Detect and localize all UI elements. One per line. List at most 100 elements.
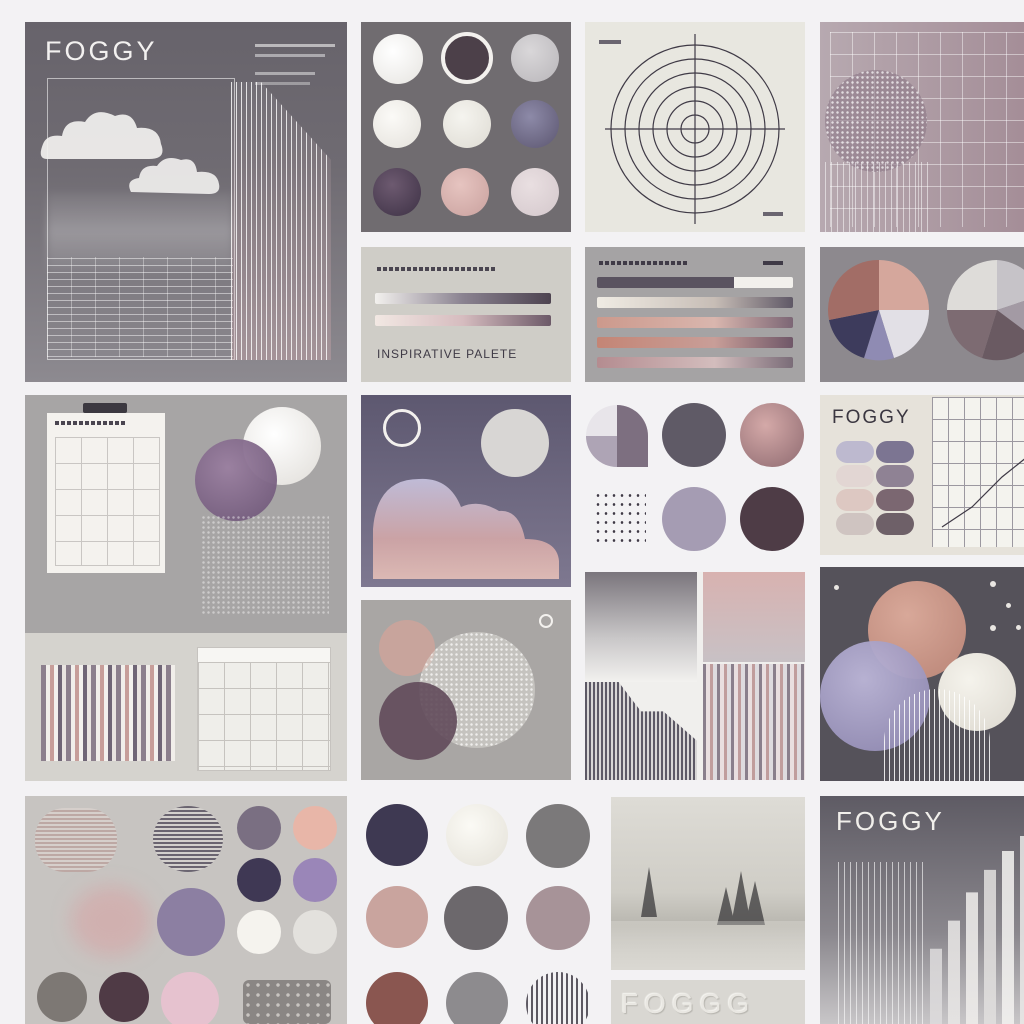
palette-caption: INSPIRATIVE PALETE	[377, 347, 518, 361]
swatch-dot	[876, 489, 914, 511]
footer-text: FOGGG	[621, 988, 756, 1019]
gradient-bar	[597, 337, 793, 348]
vertical-stripe-panel	[838, 862, 928, 1024]
small-dot	[834, 585, 839, 590]
vertical-stripe-panel	[231, 82, 331, 360]
swatch-dot	[373, 100, 421, 148]
swatch-card-title: FOGGY	[832, 407, 911, 428]
calendar-sheet	[197, 647, 331, 771]
poster-title: FOGGY	[836, 806, 945, 836]
swatch-dot	[876, 513, 914, 535]
plum-sphere	[195, 439, 277, 521]
swatch-dot-ring	[441, 32, 493, 84]
gradient-bar	[597, 297, 793, 308]
swatch-dot	[441, 168, 489, 216]
cloud-icon-small	[125, 152, 225, 196]
label-line	[599, 261, 687, 265]
gradient-bar	[375, 315, 551, 326]
dot-swatch-grid-card	[361, 22, 571, 232]
gradient-bar	[597, 317, 793, 328]
swatch-dot	[373, 34, 423, 84]
swatch-dot	[443, 100, 491, 148]
swatch-dot	[237, 806, 281, 850]
dusk-cloud-card	[361, 395, 571, 587]
clay-circle	[366, 972, 428, 1024]
pastel-stripes	[703, 664, 805, 780]
rose-circle	[740, 403, 804, 467]
small-dot	[1006, 603, 1011, 608]
swatch-dot	[511, 100, 559, 148]
swatch-dot	[836, 513, 874, 535]
circle-set-card	[580, 395, 810, 565]
radial-diagram-card	[585, 22, 805, 232]
dotted-frame	[243, 980, 331, 1024]
label-line	[763, 261, 783, 265]
gradient-landscape-card	[585, 572, 805, 780]
wave-texture	[35, 808, 117, 872]
pie-chart-left	[827, 259, 930, 361]
label-line	[377, 267, 495, 271]
swatch-dot	[161, 972, 219, 1024]
trend-line-icon	[941, 458, 1024, 528]
cream-circle	[446, 804, 508, 866]
ring-icon	[383, 409, 421, 447]
header-line-2	[255, 54, 325, 57]
radial-target-icon	[605, 34, 785, 224]
gradient-bar	[597, 277, 793, 288]
navy-circle	[366, 804, 428, 866]
gray-circle	[446, 972, 508, 1024]
swatch-dot	[511, 34, 559, 82]
rose-circle	[366, 886, 428, 948]
swatch-dot	[99, 972, 149, 1022]
half-pie-icon	[586, 405, 648, 467]
wave-circle	[153, 806, 223, 872]
dot-pattern	[594, 491, 646, 547]
header-line-1	[255, 44, 335, 47]
swatch-dot	[511, 168, 559, 216]
swatch-dot	[876, 465, 914, 487]
palette-bars-card: INSPIRATIVE PALETE	[361, 247, 571, 382]
swatch-dot	[293, 858, 337, 902]
foggy-forest-card	[611, 797, 805, 970]
calendar-header-line	[55, 421, 125, 425]
foggy-swatch-card: FOGGY	[820, 395, 1024, 555]
lavender-circle	[662, 487, 726, 551]
foggy-poster-card: FOGGY	[25, 22, 347, 382]
clip-tab	[83, 403, 127, 413]
small-dot	[990, 625, 996, 631]
blush-panel	[703, 572, 805, 662]
palette-circles-card	[358, 796, 598, 1024]
hill-stripes	[585, 682, 697, 780]
dotted-texture-block	[201, 515, 329, 615]
color-stripe-set	[41, 665, 175, 761]
calendar-sheet	[47, 413, 165, 573]
mist-circle	[481, 409, 549, 477]
swatch-dot	[237, 858, 281, 902]
swatch-dot	[876, 441, 914, 463]
calendar-spheres-card	[25, 395, 347, 633]
swatch-dot	[293, 910, 337, 954]
charcoal-circle	[444, 886, 508, 950]
dotted-circle	[825, 70, 927, 172]
texture-circles-card	[25, 796, 347, 1024]
mauve-circle	[526, 886, 590, 950]
plum-circle	[379, 682, 457, 760]
vertical-fade-lines	[825, 162, 929, 232]
foggy-poster-bottom-card: FOGGY	[820, 796, 1024, 1024]
stepped-bars	[930, 836, 1024, 1024]
dusk-spheres-card	[820, 567, 1024, 781]
ring-icon	[539, 614, 553, 628]
gradient-bar	[375, 293, 551, 304]
swatch-dot	[237, 910, 281, 954]
stripes-calendar-card	[25, 633, 347, 781]
header-line-3	[255, 72, 315, 75]
gradient-bar	[597, 357, 793, 368]
calendar-grid	[55, 437, 160, 566]
swatch-dot	[293, 806, 337, 850]
small-dot	[990, 581, 996, 587]
calendar-header-line	[198, 648, 330, 663]
foggy-footer-card: FOGGG	[611, 980, 805, 1024]
swatch-dot	[37, 972, 87, 1022]
swatch-dot	[836, 489, 874, 511]
swatch-dot	[373, 168, 421, 216]
